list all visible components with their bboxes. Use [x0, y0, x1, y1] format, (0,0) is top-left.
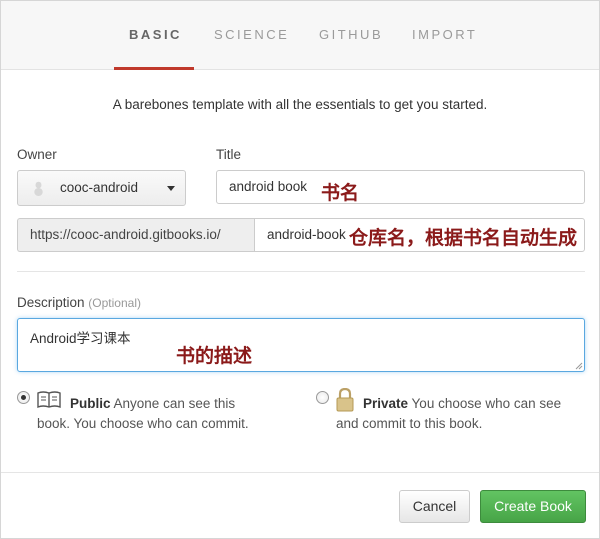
- private-line1: Private You choose who can see: [363, 394, 561, 414]
- template-description: A barebones template with all the essent…: [112, 97, 488, 112]
- public-text2: book. You choose who can commit.: [37, 416, 249, 431]
- chevron-down-icon: [167, 186, 175, 191]
- url-prefix: https://cooc-android.gitbooks.io/: [17, 218, 255, 252]
- url-annotation: 仓库名，根据书名自动生成: [349, 227, 578, 249]
- optional-hint: (Optional): [88, 296, 141, 310]
- description-label: Description (Optional): [17, 295, 141, 310]
- tab-github[interactable]: GITHUB: [319, 27, 383, 42]
- active-tab-indicator: [114, 67, 194, 70]
- resize-handle-icon[interactable]: [575, 362, 583, 370]
- private-text2: and commit to this book.: [336, 416, 483, 431]
- cancel-button[interactable]: Cancel: [399, 490, 470, 523]
- title-annotation: 书名: [321, 182, 360, 204]
- divider: [17, 271, 585, 272]
- template-tabs: BASIC SCIENCE GITHUB IMPORT: [1, 1, 599, 70]
- tab-science[interactable]: SCIENCE: [214, 27, 289, 42]
- public-title: Public: [70, 396, 111, 411]
- book-icon: [37, 391, 61, 409]
- public-radio[interactable]: [17, 391, 30, 404]
- description-annotation: 书的描述: [176, 345, 253, 367]
- description-label-text: Description: [17, 295, 85, 310]
- owner-label: Owner: [17, 147, 57, 162]
- user-avatar-icon: [34, 181, 43, 196]
- public-text1: Anyone can see this: [113, 396, 236, 411]
- tab-basic[interactable]: BASIC: [129, 27, 182, 42]
- tab-import[interactable]: IMPORT: [412, 27, 477, 42]
- title-label: Title: [216, 147, 242, 162]
- new-book-dialog: BASIC SCIENCE GITHUB IMPORT A barebones …: [0, 0, 600, 539]
- private-text1: You choose who can see: [411, 396, 562, 411]
- private-title: Private: [363, 396, 409, 411]
- owner-value: cooc-android: [60, 180, 139, 195]
- public-line1: Public Anyone can see this: [70, 394, 235, 414]
- private-radio[interactable]: [316, 391, 329, 404]
- description-textarea[interactable]: Android学习课本: [17, 318, 585, 372]
- create-book-button[interactable]: Create Book: [480, 490, 586, 523]
- lock-icon: [336, 388, 354, 412]
- dialog-footer: Cancel Create Book: [1, 472, 599, 538]
- title-input[interactable]: android book: [216, 170, 585, 204]
- owner-select[interactable]: cooc-android: [17, 170, 186, 206]
